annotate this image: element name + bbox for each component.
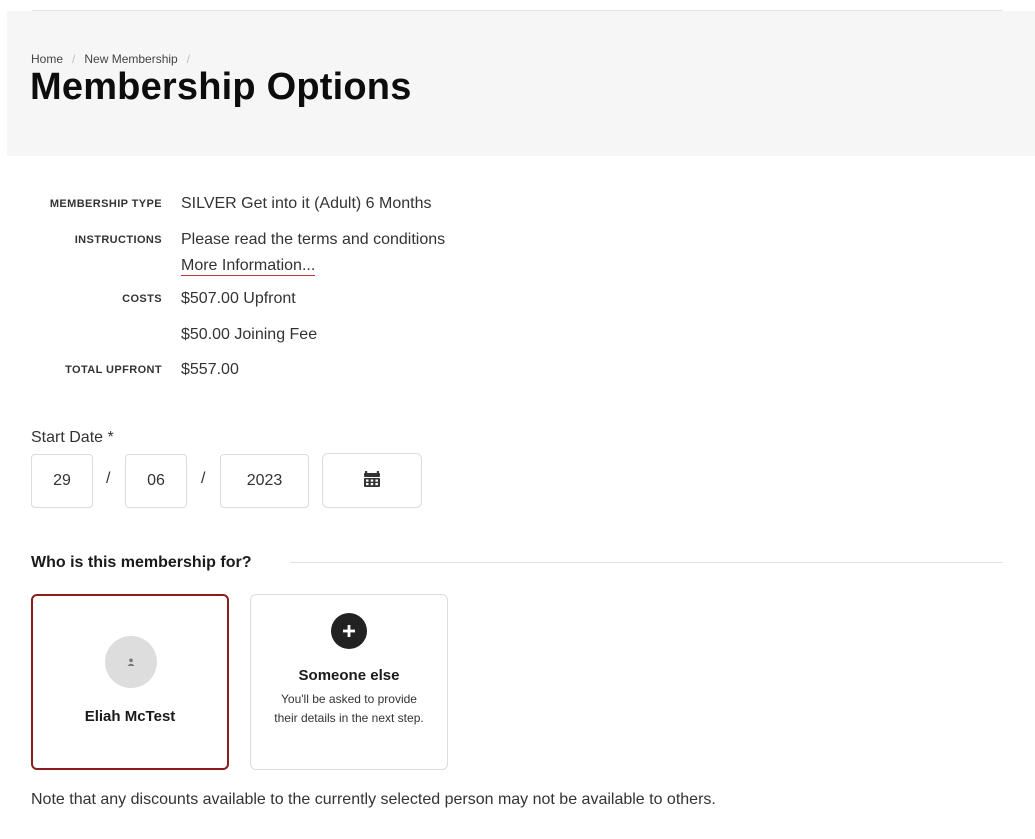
membership-type-value: SILVER Get into it (Adult) 6 Months	[181, 195, 432, 212]
breadcrumb-separator: /	[72, 52, 76, 66]
breadcrumb-home-link[interactable]: Home	[31, 52, 63, 66]
someone-else-description: You'll be asked to provide their details…	[274, 692, 424, 725]
section-divider	[290, 562, 1003, 563]
total-upfront-value: $557.00	[181, 361, 239, 378]
instructions-label: INSTRUCTIONS	[74, 234, 162, 246]
instructions-row: INSTRUCTIONS Please read the terms and c…	[0, 231, 600, 251]
calendar-button[interactable]	[322, 453, 422, 508]
someone-else-card[interactable]: Someone else You'll be asked to provide …	[250, 594, 448, 770]
date-separator: /	[106, 470, 111, 487]
someone-else-title: Someone else	[298, 667, 400, 684]
start-date-month-input[interactable]: 06	[125, 454, 187, 508]
person-name: Eliah McTest	[84, 708, 176, 725]
cost-joining-fee-value: $50.00 Joining Fee	[181, 326, 318, 343]
costs-row: COSTS $507.00 Upfront	[0, 290, 600, 310]
more-information-link[interactable]: More Information...	[181, 256, 316, 276]
who-section-title: Who is this membership for?	[31, 554, 252, 571]
total-upfront-label: TOTAL UPFRONT	[65, 364, 162, 376]
plus-circle-icon	[331, 613, 367, 649]
start-date-label: Start Date *	[31, 429, 114, 446]
calendar-icon	[363, 470, 381, 491]
total-upfront-row: TOTAL UPFRONT $557.00	[0, 361, 600, 381]
discount-note: Note that any discounts available to the…	[31, 791, 716, 808]
costs-label: COSTS	[122, 293, 162, 305]
membership-type-label: MEMBERSHIP TYPE	[49, 198, 162, 210]
breadcrumb-new-membership-link[interactable]: New Membership	[84, 52, 177, 66]
person-card-selected[interactable]: Eliah McTest	[31, 594, 229, 770]
date-separator: /	[201, 470, 206, 487]
breadcrumb-separator: /	[186, 52, 191, 66]
instructions-value: Please read the terms and conditions	[181, 231, 446, 248]
page-title: Membership Options	[30, 66, 412, 108]
cost-upfront-value: $507.00 Upfront	[181, 290, 296, 307]
start-date-day-input[interactable]: 29	[31, 454, 93, 508]
start-date-year-input[interactable]: 2023	[220, 454, 309, 508]
person-icon	[127, 653, 135, 671]
avatar	[105, 636, 157, 688]
costs-row-2: $50.00 Joining Fee	[0, 326, 600, 346]
membership-type-row: MEMBERSHIP TYPE SILVER Get into it (Adul…	[0, 195, 600, 215]
breadcrumb: Home / New Membership /	[31, 52, 199, 66]
